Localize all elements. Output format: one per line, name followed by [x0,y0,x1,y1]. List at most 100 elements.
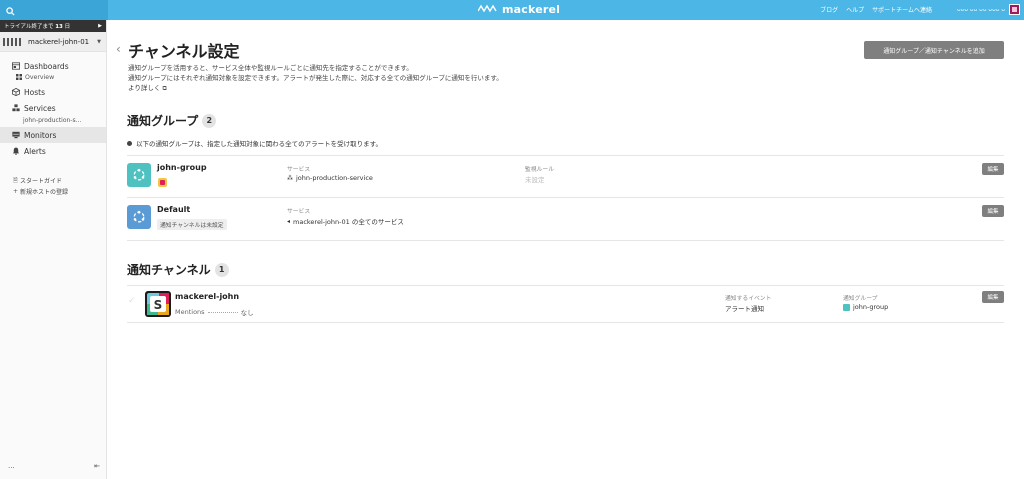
group-value: john-group [843,303,888,311]
divider [127,240,1004,241]
sidebar-item-monitors[interactable]: Monitors [0,127,106,143]
group-name[interactable]: john-group [157,163,207,172]
user-menu[interactable]: ᴗᴗᴗ ᴗᴗ ᴗᴗ ᴗᴗᴗ ᴗ [957,4,1020,15]
service-value: ◂ mackerel-john-01 の全てのサービス [287,216,404,227]
sidebar-item-label: john-production-s... [23,116,82,124]
brand-name: mackerel [502,3,561,16]
monitor-icon [11,131,20,140]
group-icon [127,163,151,187]
dashboard-icon [11,62,20,71]
groups-count-badge: 2 [202,113,217,128]
sidebar-item-hosts[interactable]: Hosts [0,84,106,100]
trial-days: 13 [55,24,63,30]
rule-value: 未設定 [525,176,545,184]
avatar[interactable] [1009,4,1020,15]
plus-icon: + [13,188,19,195]
description-line: 通知グループにはそれぞれ通知対象を設定できます。アラートが発生した際に、対応する… [128,74,503,82]
page-description: 通知グループを活用すると、サービス全体や監視ルールごとに通知先を指定することがで… [128,63,503,94]
search-icon[interactable] [6,1,15,20]
collapse-sidebar-icon[interactable]: ⇤ [94,462,100,470]
support-link[interactable]: サポートチームへ連絡 [872,5,932,14]
brand-logo[interactable]: mackerel [477,3,561,16]
channels-section-heading: 通知チャンネル 1 [127,261,229,278]
sidebar-nav: Dashboards Overview Hosts Services john-… [0,58,106,159]
edit-group-button[interactable]: 編集 [982,163,1004,175]
sidebar-item-label: Dashboards [24,61,69,71]
groups-note-text: 以下の通知グループは、指定した通知対象に関わる全てのアラートを受け取ります。 [136,140,382,148]
org-switcher[interactable]: mackerel-john-01 ▼ [0,32,106,52]
groups-note: 以下の通知グループは、指定した通知対象に関わる全てのアラートを受け取ります。 [127,138,382,148]
back-chevron-icon[interactable]: ‹ [116,42,121,56]
start-guide-link[interactable]: 🗎 スタートガイド [13,175,106,186]
start-guide-label: スタートガイド [20,178,63,185]
notification-group-row: Default 通知チャンネルは未設定 サービス ◂ mackerel-john-… [127,197,1004,239]
chevron-down-icon: ▼ [97,38,101,45]
channels-count-badge: 1 [214,262,229,277]
group-icon [127,205,151,229]
trial-banner[interactable]: トライアル終了まで 13 日 ▶ [0,20,106,32]
sidebar-footer: ... ⇤ [8,462,100,470]
sidebar-item-overview[interactable]: Overview [0,70,106,84]
sidebar-item-label: Hosts [24,87,45,97]
groups-title: 通知グループ [127,114,199,128]
channel-name[interactable]: mackerel-john [175,292,239,301]
add-group-channel-button[interactable]: 通知グループ／通知チャンネルを追加 [864,41,1004,59]
service-value-text: mackerel-john-01 の全てのサービス [293,218,404,226]
service-value: ⁂ john-production-service [287,174,373,182]
sidebar-item-alerts[interactable]: Alerts [0,143,106,159]
main-content: ‹ チャンネル設定 通知グループ／通知チャンネルを追加 通知グループを活用すると… [107,20,1024,479]
notification-channel-row: ✓ S mackerel-john Mentions なし 通知するイベント ア… [127,285,1004,323]
sidebar-item-label: Alerts [24,146,46,156]
notification-group-row: john-group サービス ⁂ john-production-service… [127,155,1004,197]
grid-icon [16,74,22,80]
bell-icon [11,147,20,156]
learn-more-label: より詳しく [128,84,161,92]
edit-channel-button[interactable]: 編集 [982,291,1004,303]
slack-icon [158,178,167,187]
new-host-link[interactable]: + 新規ホストの登録 [13,186,106,197]
svg-text:S: S [154,298,163,312]
slack-icon: S [145,291,171,317]
mentions-value: なし [240,309,254,317]
blog-link[interactable]: ブログ [820,5,838,14]
group-name[interactable]: Default [157,205,190,214]
arrow-right-icon: ▶ [98,23,102,29]
group-value-text[interactable]: john-group [853,303,888,311]
sidebar-item-service-john-production[interactable]: john-production-s... [0,113,106,127]
learn-more-link[interactable]: より詳しく ⧉ [128,83,503,94]
mackerel-logo-icon [477,3,502,16]
event-value: アラート通知 [725,305,764,313]
sidebar-extra-links: 🗎 スタートガイド + 新規ホストの登録 [0,175,106,197]
groups-section-heading: 通知グループ 2 [127,112,217,129]
check-icon: ✓ [128,296,136,306]
service-label: サービス [287,167,311,173]
sidebar-item-label: Overview [25,73,55,81]
search-box[interactable] [0,0,108,20]
info-bullet-icon [127,140,132,146]
more-icon[interactable]: ... [8,462,15,470]
top-links: ブログ ヘルプ サポートチームへ連絡 [820,5,932,14]
document-icon: 🗎 [13,176,18,184]
no-channel-badge: 通知チャンネルは未設定 [157,219,227,230]
org-name: mackerel-john-01 [28,37,90,46]
top-bar: mackerel ブログ ヘルプ サポートチームへ連絡 ᴗᴗᴗ ᴗᴗ ᴗᴗ ᴗᴗ… [0,0,1024,20]
description-line: 通知グループを活用すると、サービス全体や監視ルールごとに通知先を指定することがで… [128,64,413,72]
sidebar-item-label: Monitors [24,130,57,140]
group-label: 通知グループ [843,296,878,302]
services-icon: ⁂ [287,174,293,182]
rule-label: 監視ルール [525,167,554,173]
help-link[interactable]: ヘルプ [846,5,864,14]
edit-group-button[interactable]: 編集 [982,205,1004,217]
service-value-text[interactable]: john-production-service [296,174,373,182]
external-link-icon: ⧉ [162,85,167,92]
sidebar: トライアル終了まで 13 日 ▶ mackerel-john-01 ▼ Dash… [0,20,107,479]
services-icon [11,104,20,113]
cube-icon [11,88,20,97]
page-title: チャンネル設定 [128,42,240,61]
trial-suffix: 日 [64,24,71,30]
service-label: サービス [287,209,311,215]
mentions-label: Mentions [175,308,205,316]
user-name[interactable]: ᴗᴗᴗ ᴗᴗ ᴗᴗ ᴗᴗᴗ ᴗ [957,6,1005,13]
trial-prefix: トライアル終了まで [4,24,54,30]
org-logo-icon [3,37,21,46]
